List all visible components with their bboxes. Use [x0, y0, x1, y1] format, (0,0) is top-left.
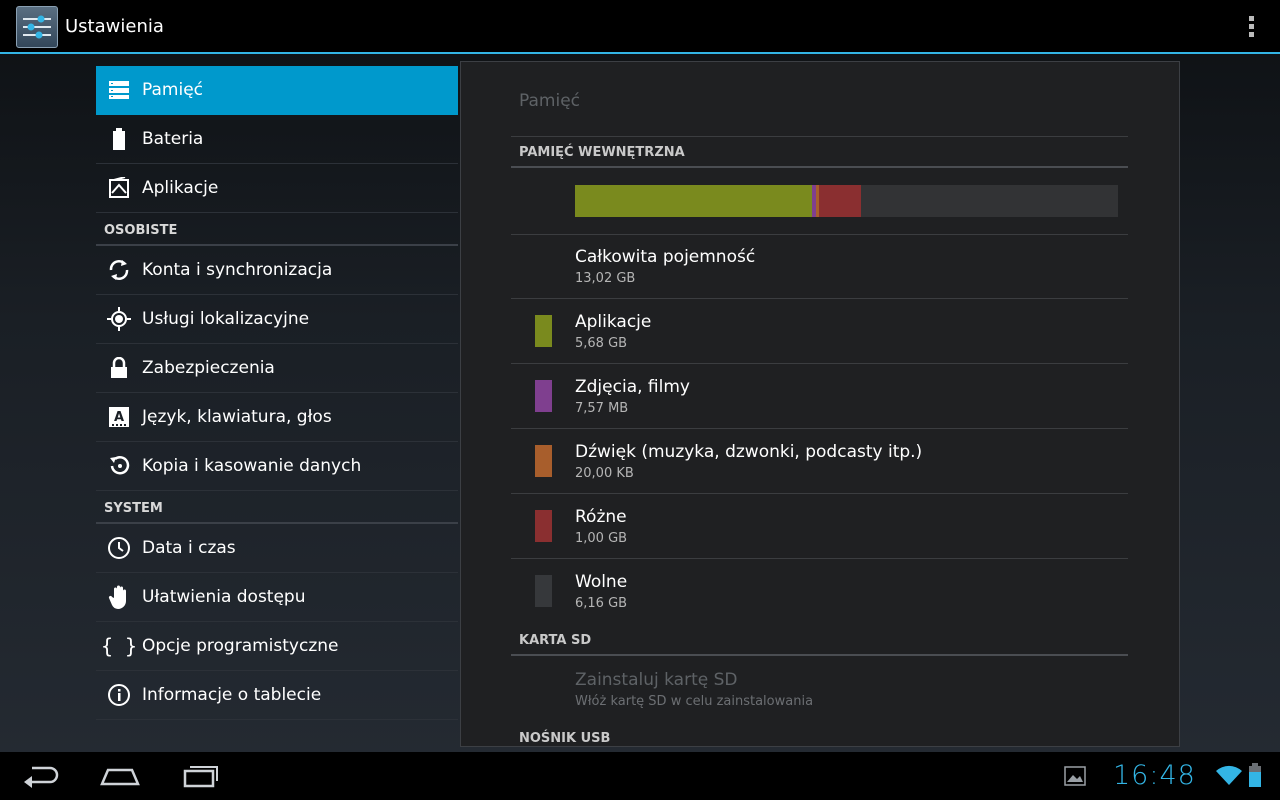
storage-icon	[96, 80, 142, 100]
nav-label: Język, klawiatura, głos	[142, 407, 332, 427]
row-value: 5,68 GB	[575, 336, 628, 351]
row-title: Dźwięk (muzyka, dzwonki, podcasty itp.)	[575, 442, 923, 462]
nav-item-battery[interactable]: Bateria	[96, 115, 458, 164]
row-title: Całkowita pojemność	[575, 247, 756, 267]
backup-icon	[96, 454, 142, 478]
overflow-menu-icon[interactable]	[1248, 16, 1256, 40]
nav-label: Zabezpieczenia	[142, 358, 275, 378]
nav-section-header-personal: OSOBISTE	[96, 213, 458, 246]
nav-label: Pamięć	[142, 80, 203, 100]
nav-label: Konta i synchronizacja	[142, 260, 333, 280]
nav-item-developer-options[interactable]: { } Opcje programistyczne	[96, 622, 458, 671]
nav-label: Data i czas	[142, 538, 236, 558]
list-item-misc[interactable]: Różne 1,00 GB	[511, 494, 1128, 559]
lock-icon	[96, 357, 142, 379]
row-value: Włóż kartę SD w celu zainstalowania	[575, 694, 814, 709]
color-swatch	[535, 380, 552, 412]
list-item-free[interactable]: Wolne 6,16 GB	[511, 559, 1128, 624]
wifi-icon	[1216, 764, 1242, 790]
color-swatch	[535, 315, 552, 347]
list-item-photos-videos[interactable]: Zdjęcia, filmy 7,57 MB	[511, 364, 1128, 429]
row-title: Zdjęcia, filmy	[575, 377, 690, 397]
color-swatch	[535, 510, 552, 542]
nav-label: Aplikacje	[142, 178, 219, 198]
home-icon[interactable]	[98, 762, 142, 790]
braces-icon: { }	[100, 634, 138, 658]
nav-label: Opcje programistyczne	[142, 636, 339, 656]
action-bar: Ustawienia	[0, 0, 1280, 54]
list-item-audio[interactable]: Dźwięk (muzyka, dzwonki, podcasty itp.) …	[511, 429, 1128, 494]
nav-label: Usługi lokalizacyjne	[142, 309, 310, 329]
nav-label: Bateria	[142, 129, 204, 149]
nav-label: Ułatwienia dostępu	[142, 587, 306, 607]
row-title: Wolne	[575, 572, 628, 592]
storage-panel: Pamięć PAMIĘĆ WEWNĘTRZNA Całkowita pojem…	[460, 61, 1180, 747]
settings-app-icon[interactable]	[16, 6, 58, 48]
page-title: Pamięć	[519, 91, 580, 111]
gallery-notification-icon[interactable]	[1064, 766, 1086, 790]
list-item-total[interactable]: Całkowita pojemność 13,02 GB	[511, 234, 1128, 299]
nav-item-accounts-sync[interactable]: Konta i synchronizacja	[96, 246, 458, 295]
section-header-sd-card: KARTA SD	[519, 633, 592, 648]
nav-label: Informacje o tablecie	[142, 685, 322, 705]
list-item-apps[interactable]: Aplikacje 5,68 GB	[511, 299, 1128, 364]
divider	[511, 136, 1128, 137]
section-header-usb: NOŚNIK USB	[519, 731, 611, 746]
usage-segment	[819, 185, 862, 217]
row-title: Aplikacje	[575, 312, 652, 332]
nav-item-apps[interactable]: Aplikacje	[96, 164, 458, 213]
nav-item-security[interactable]: Zabezpieczenia	[96, 344, 458, 393]
row-value: 13,02 GB	[575, 271, 636, 286]
sync-icon	[96, 258, 142, 282]
row-value: 20,00 KB	[575, 466, 634, 481]
back-icon[interactable]	[18, 762, 62, 790]
list-item-mount-sd: Zainstaluj kartę SD Włóż kartę SD w celu…	[511, 657, 1128, 722]
nav-label: Kopia i kasowanie danych	[142, 456, 362, 476]
nav-item-date-time[interactable]: Data i czas	[96, 524, 458, 573]
nav-item-language[interactable]: A Język, klawiatura, głos	[96, 393, 458, 442]
apps-icon	[96, 177, 142, 199]
language-icon: A	[96, 406, 142, 428]
color-swatch	[535, 445, 552, 477]
hand-icon	[96, 584, 142, 610]
battery-status-icon	[1249, 763, 1261, 791]
battery-icon	[96, 128, 142, 150]
clock-icon	[96, 536, 142, 560]
usage-segment	[575, 185, 812, 217]
row-value: 1,00 GB	[575, 531, 628, 546]
settings-nav: Pamięć Bateria Aplikacje OSOBISTE Konta …	[96, 66, 458, 720]
info-icon	[96, 683, 142, 707]
clock: 16:48	[1113, 760, 1196, 791]
nav-item-storage[interactable]: Pamięć	[96, 66, 458, 115]
section-header-internal: PAMIĘĆ WEWNĘTRZNA	[519, 145, 685, 160]
nav-item-about-tablet[interactable]: Informacje o tablecie	[96, 671, 458, 720]
section-divider	[511, 166, 1128, 168]
row-value: 7,57 MB	[575, 401, 629, 416]
row-title: Różne	[575, 507, 627, 527]
row-value: 6,16 GB	[575, 596, 628, 611]
recent-apps-icon[interactable]	[178, 762, 222, 790]
svg-text:A: A	[114, 410, 124, 425]
location-icon	[96, 307, 142, 331]
storage-usage-bar	[575, 185, 1118, 217]
nav-item-accessibility[interactable]: Ułatwienia dostępu	[96, 573, 458, 622]
nav-item-location[interactable]: Usługi lokalizacyjne	[96, 295, 458, 344]
usage-segment	[861, 185, 1118, 217]
nav-section-header-system: SYSTEM	[96, 491, 458, 524]
app-title: Ustawienia	[65, 16, 164, 37]
color-swatch	[535, 575, 552, 607]
nav-item-backup-reset[interactable]: Kopia i kasowanie danych	[96, 442, 458, 491]
section-divider	[511, 654, 1128, 656]
system-bar: 16:48	[0, 752, 1280, 800]
row-title: Zainstaluj kartę SD	[575, 670, 738, 690]
